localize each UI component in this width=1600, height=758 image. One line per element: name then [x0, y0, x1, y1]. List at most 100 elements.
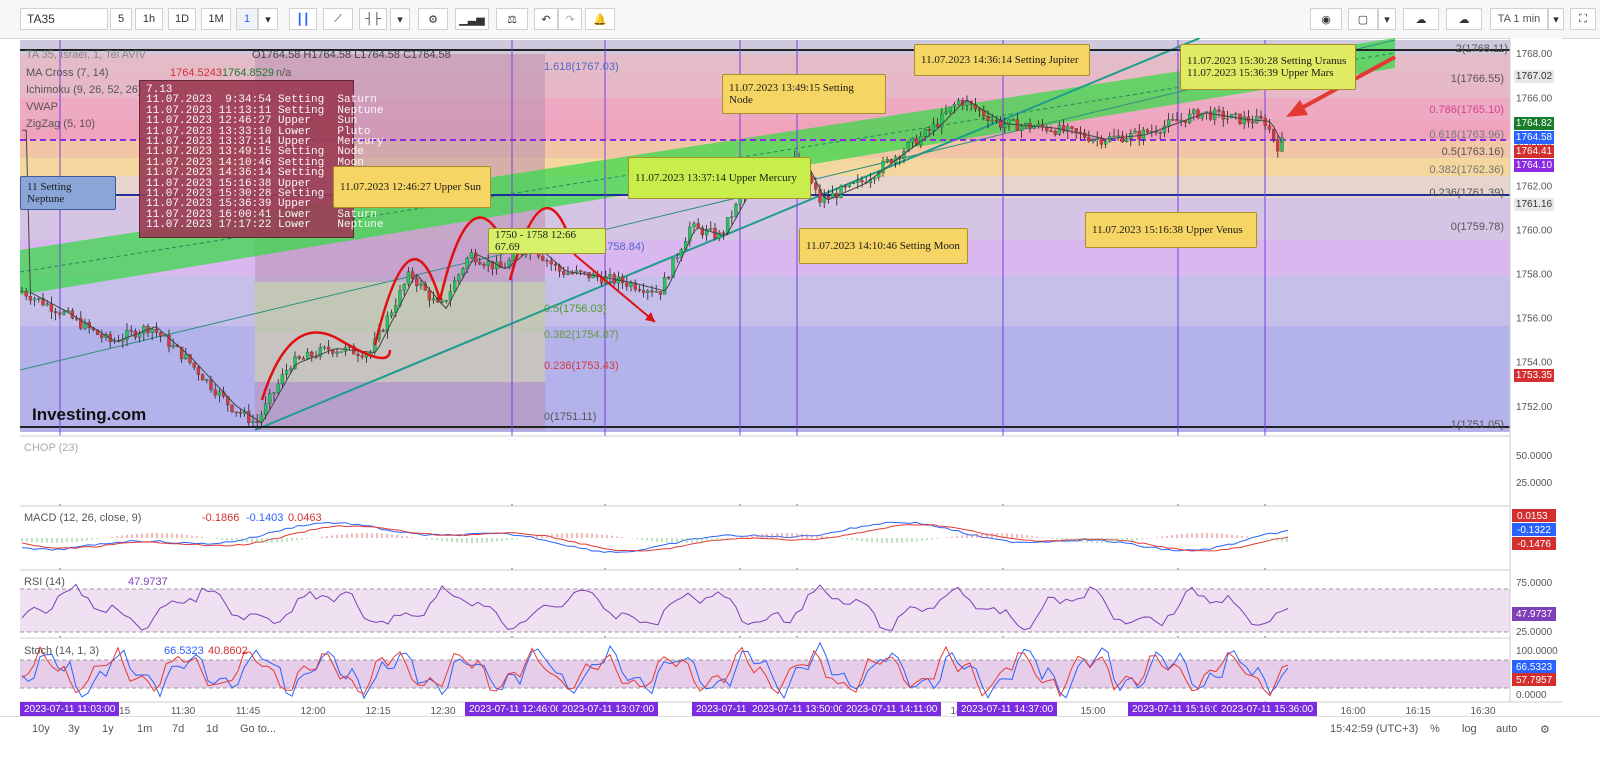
- area-chart-button[interactable]: ⟋: [323, 8, 353, 30]
- price-label: 1764.41: [1514, 145, 1554, 158]
- fib-level-label: 0.5(1763.16): [1442, 146, 1504, 158]
- candles-button[interactable]: ┃┃: [289, 8, 317, 30]
- series-title[interactable]: TA 35, Israel, 1, Tel AVIV: [26, 49, 146, 61]
- undo-button[interactable]: ↶: [534, 8, 558, 30]
- candle-body: [856, 180, 860, 183]
- range-1y[interactable]: 1y: [102, 723, 114, 735]
- macd-tick: -0.1476: [1517, 539, 1551, 550]
- ma-cross-label[interactable]: MA Cross (7, 14): [26, 67, 109, 79]
- zigzag-label[interactable]: ZigZag (5, 10): [26, 118, 95, 130]
- chop-label[interactable]: CHOP (23): [24, 442, 78, 454]
- indicators-button[interactable]: ▁▃▅: [455, 8, 489, 30]
- callout-text: 11.07.2023 12:46:27 Upper Sun: [340, 181, 482, 193]
- candle-body: [213, 389, 217, 396]
- compare-button[interactable]: ⚖: [496, 8, 528, 30]
- candle-body: [356, 353, 360, 356]
- candle-body: [1019, 125, 1024, 131]
- redo-button[interactable]: ↷: [558, 8, 582, 30]
- clock-readout: 15:42:59 (UTC+3): [1330, 723, 1419, 735]
- interval-1d[interactable]: 1D: [168, 8, 196, 30]
- load-cloud-button[interactable]: ☁: [1403, 8, 1439, 30]
- range-3y[interactable]: 3y: [68, 723, 80, 735]
- callout-uranus-mars[interactable]: 11.07.2023 15:30:28 Setting Uranus 11.07…: [1180, 44, 1356, 90]
- ohlc-readout: O1764.58 H1764.58 L1764.58 C1764.58: [252, 49, 451, 61]
- stoch-tick: 66.5323: [1516, 662, 1553, 673]
- aspects-list-box[interactable]: 7.13 11.07.2023 9:34:54 Setting Saturn 11.…: [139, 80, 384, 238]
- investing-watermark: Investing.com: [32, 405, 147, 424]
- settings-button[interactable]: ⚙: [418, 8, 448, 30]
- range-1d[interactable]: 1d: [206, 723, 218, 735]
- candle-body: [217, 391, 222, 396]
- alert-button[interactable]: 🔔: [585, 8, 615, 30]
- stoch-label[interactable]: Stoch (14, 1, 3): [24, 645, 99, 657]
- candle-body: [847, 183, 852, 187]
- candle-body: [452, 280, 457, 292]
- percent-toggle[interactable]: %: [1430, 723, 1440, 735]
- layout-dropdown[interactable]: ▾: [1378, 8, 1396, 30]
- callout-moon[interactable]: 11.07.2023 14:10:46 Setting Moon: [799, 228, 968, 264]
- candle-body: [675, 257, 679, 259]
- candle-body: [553, 263, 558, 266]
- candle-body: [310, 351, 314, 357]
- candle-body: [608, 274, 612, 277]
- candle-body: [923, 129, 927, 137]
- interval-1m[interactable]: 1M: [201, 8, 231, 30]
- vwap-label[interactable]: VWAP: [26, 101, 58, 113]
- ichimoku-label[interactable]: Ichimoku (9, 26, 52, 26): [26, 84, 142, 96]
- log-toggle[interactable]: log: [1462, 723, 1477, 735]
- save-cloud-button[interactable]: ☁: [1446, 8, 1482, 30]
- fib-level-label: 0.236(1761.39): [1429, 187, 1504, 199]
- range-10y[interactable]: 10y: [32, 723, 50, 735]
- chart-name-dropdown[interactable]: ▾: [1548, 8, 1564, 30]
- callout-venus[interactable]: 11.07.2023 15:16:38 Upper Venus: [1085, 212, 1257, 248]
- macd-label[interactable]: MACD (12, 26, close, 9): [24, 512, 141, 524]
- range-7d[interactable]: 7d: [172, 723, 184, 735]
- candle-body: [646, 290, 650, 293]
- interval-1h[interactable]: 1h: [135, 8, 163, 30]
- candle-body: [944, 111, 948, 114]
- callout-mercury[interactable]: 11.07.2023 13:37:14 Upper Mercury: [628, 157, 811, 199]
- candle-body: [650, 290, 654, 293]
- rsi-label[interactable]: RSI (14): [24, 576, 65, 588]
- callout-sun[interactable]: 11.07.2023 12:46:27 Upper Sun: [333, 166, 491, 208]
- interval-5[interactable]: 5: [110, 8, 132, 30]
- callout-jupiter[interactable]: 11.07.2023 14:36:14 Setting Jupiter: [914, 44, 1090, 76]
- callout-node[interactable]: 11.07.2023 13:49:15 Setting Node: [722, 74, 886, 114]
- range-1m[interactable]: 1m: [137, 723, 152, 735]
- candle-body: [1049, 130, 1053, 132]
- candle-body: [1242, 116, 1246, 124]
- candle-body: [1225, 117, 1230, 120]
- interval-dropdown[interactable]: ▾: [258, 8, 278, 30]
- snapshot-button[interactable]: ◉: [1310, 8, 1342, 30]
- rsi-tick: 25.0000: [1516, 627, 1553, 638]
- symbol-input[interactable]: TA35: [20, 8, 108, 30]
- settings-gear[interactable]: ⚙: [1540, 723, 1550, 736]
- candle-body: [1267, 125, 1272, 130]
- stoch-tick: 0.0000: [1516, 690, 1547, 701]
- fullscreen-button[interactable]: ⛶: [1570, 8, 1596, 30]
- callout-neptune[interactable]: 11 Setting Neptune: [20, 176, 116, 210]
- candle-body: [20, 291, 24, 293]
- candle-body: [230, 404, 234, 412]
- auto-toggle[interactable]: auto: [1496, 723, 1517, 735]
- callout-small[interactable]: 1750 - 1758 12:66 67.69: [488, 228, 606, 254]
- candle-body: [654, 291, 658, 293]
- candle-body: [637, 289, 642, 291]
- bars-button[interactable]: ┤├: [359, 8, 387, 30]
- candle-body: [478, 261, 482, 265]
- candle-body: [956, 100, 961, 105]
- goto-button[interactable]: Go to...: [240, 723, 276, 735]
- ma-value-na: n/a: [276, 67, 292, 79]
- layout-button[interactable]: ▢: [1348, 8, 1378, 30]
- callout-text: 11.07.2023 13:49:15 Setting Node: [729, 82, 854, 106]
- candle-body: [419, 283, 423, 286]
- interval-1[interactable]: 1: [236, 8, 258, 30]
- chevron-down-icon: ▾: [397, 13, 403, 26]
- candle-body: [1196, 109, 1200, 119]
- candle-body: [427, 290, 432, 301]
- chart-type-dropdown[interactable]: ▾: [390, 8, 410, 30]
- chart-name-label[interactable]: TA 1 min: [1490, 8, 1548, 30]
- candle-body: [566, 272, 570, 275]
- candle-body: [851, 182, 856, 184]
- candle-body: [255, 421, 259, 423]
